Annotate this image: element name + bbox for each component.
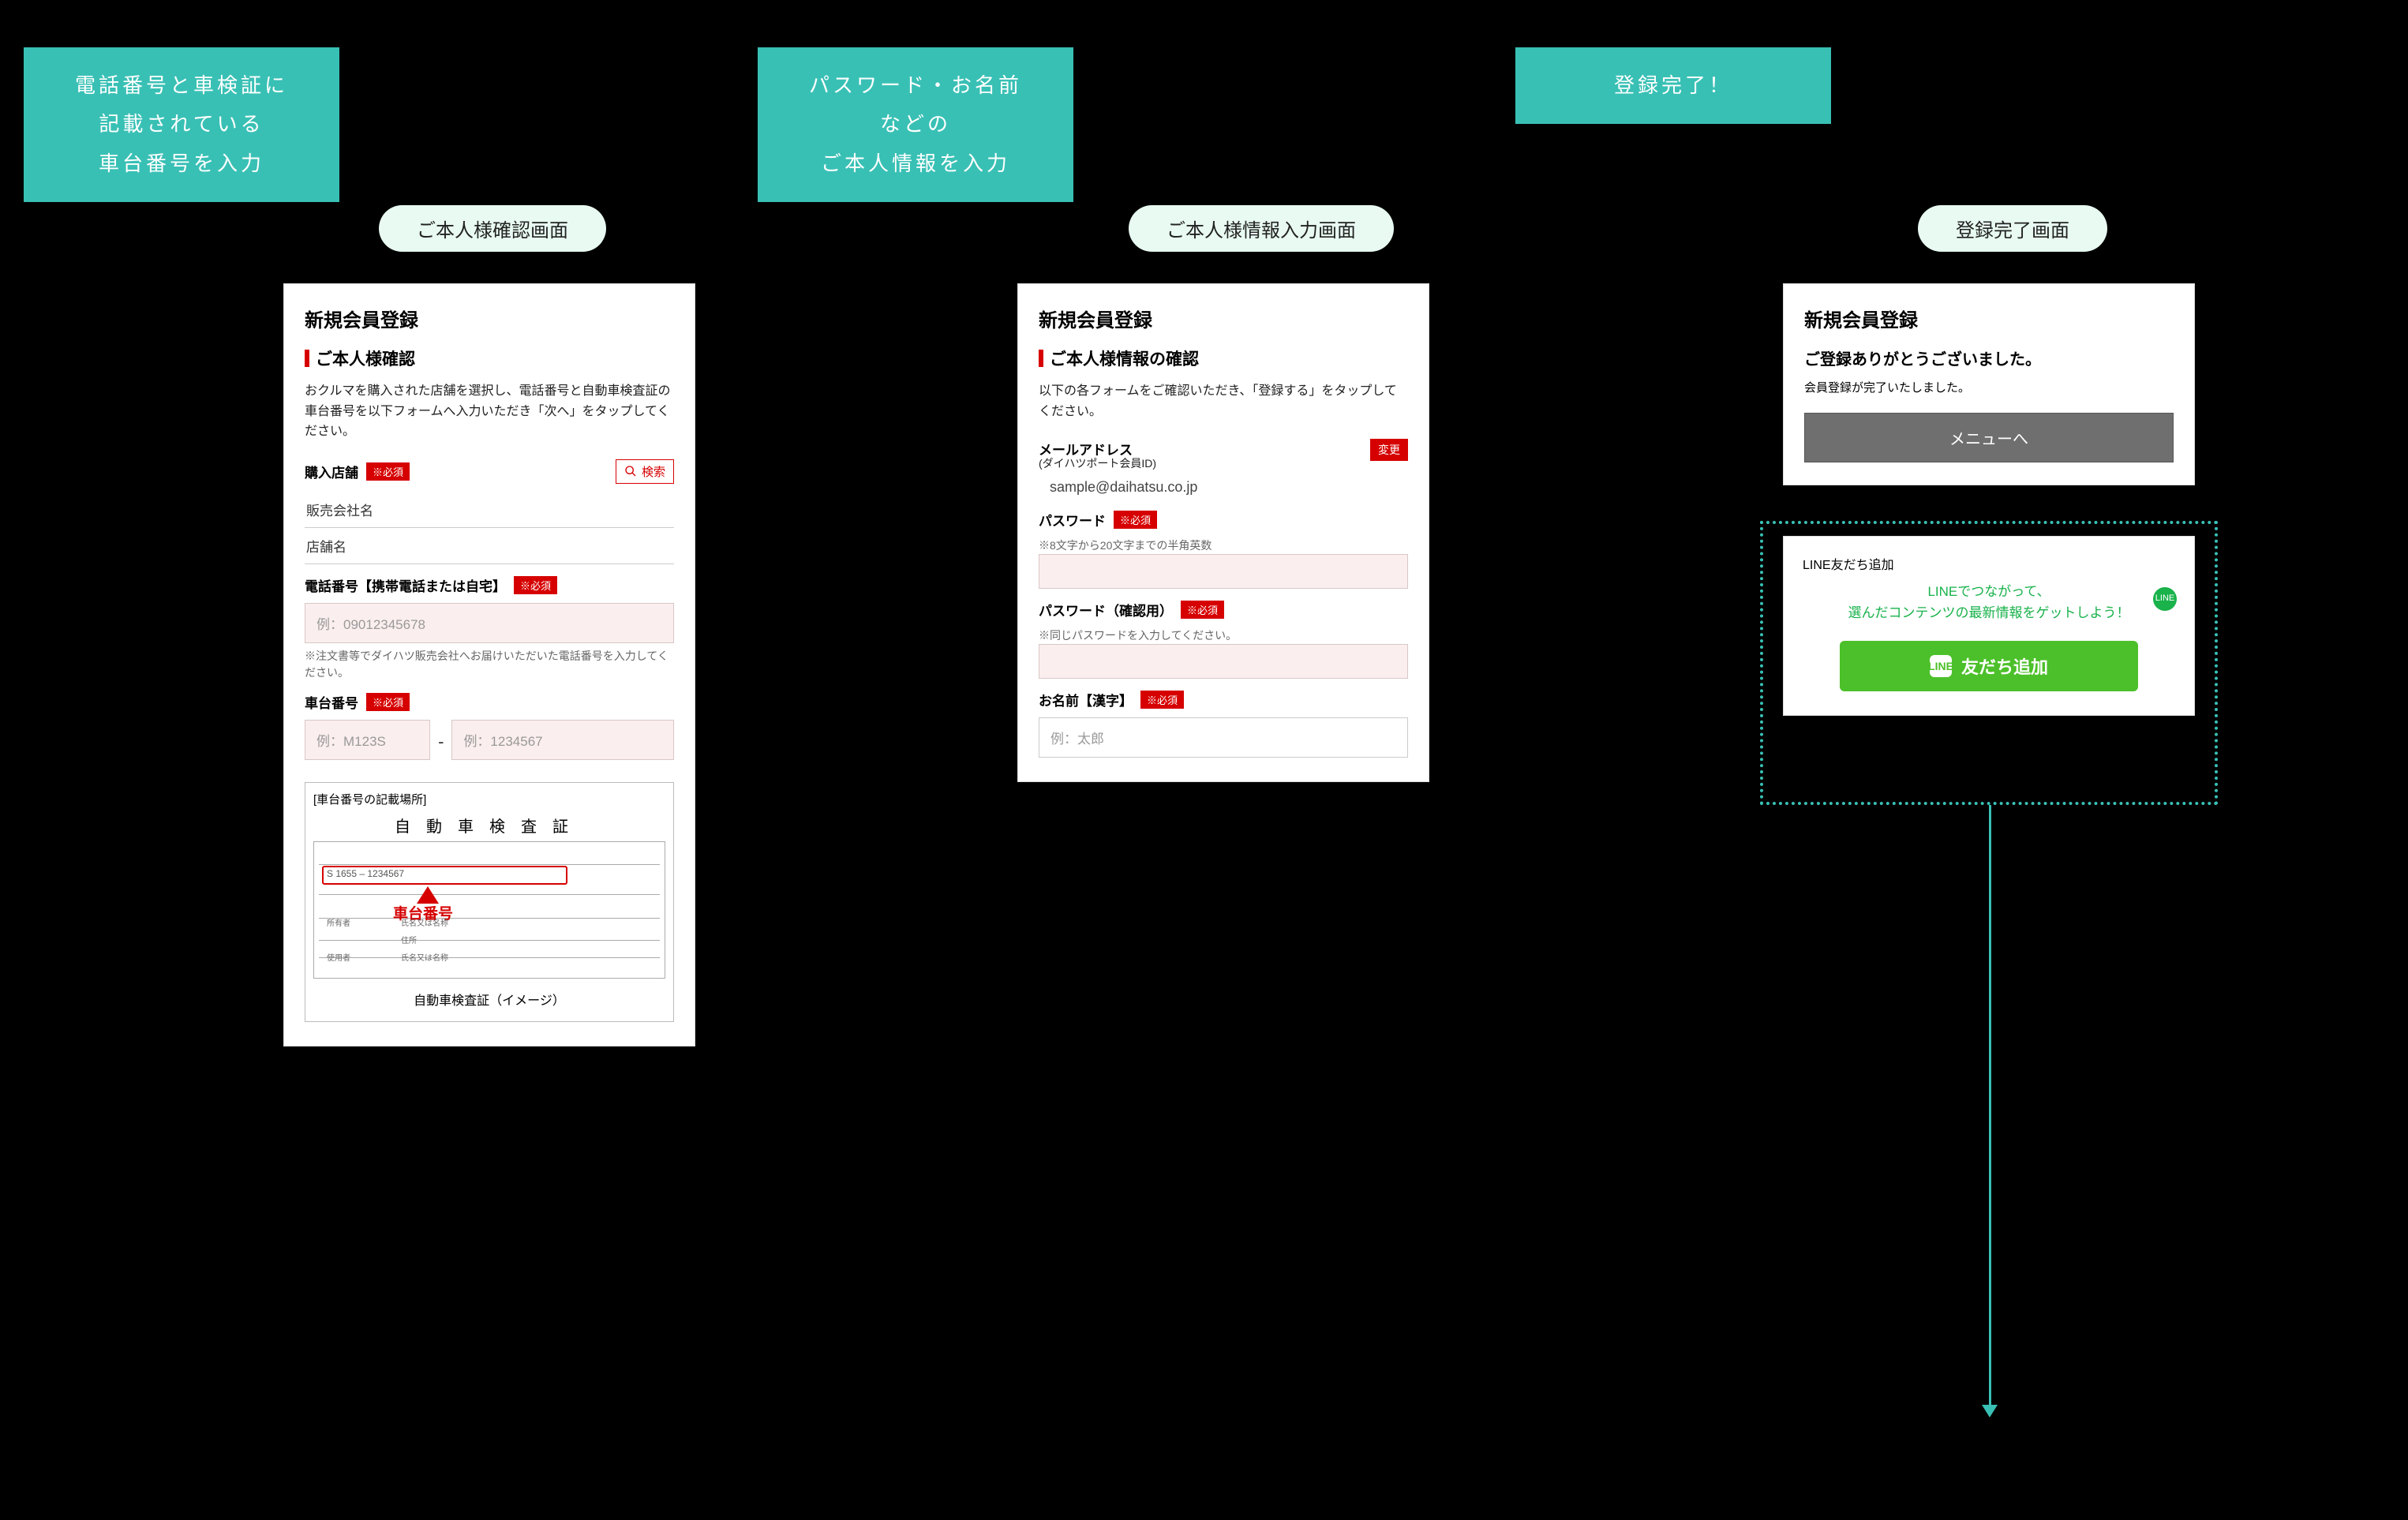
- screen2-title: 新規会員登録: [1039, 305, 1408, 332]
- screen1-title: 新規会員登録: [305, 305, 674, 332]
- chassis-input-b[interactable]: 例：1234567: [451, 720, 674, 760]
- screen1-section: ご本人様確認: [316, 346, 415, 370]
- phone-label: 電話番号【携帯電話または自宅】: [305, 575, 506, 595]
- cert-heading: [車台番号の記載場所]: [313, 791, 665, 807]
- step2-pill: ご本人様情報入力画面: [1129, 205, 1394, 252]
- shop-name: 店舗名: [305, 528, 674, 564]
- cert-text: 住所: [401, 934, 417, 945]
- screen3: 新規会員登録 ご登録ありがとうございました。 会員登録が完了いたしました。 メニ…: [1784, 284, 2194, 485]
- name-input[interactable]: 例：太郎: [1039, 717, 1408, 758]
- required-badge: ※必須: [1181, 601, 1224, 619]
- pw2-label: パスワード（確認用）: [1039, 600, 1173, 620]
- phone-note: ※注文書等でダイハツ販売会社へお届けいただいた電話番号を入力してください。: [305, 648, 674, 681]
- menu-button[interactable]: メニューへ: [1804, 413, 2174, 462]
- thanks-text: ご登録ありがとうございました。: [1804, 346, 2174, 369]
- phone-input[interactable]: 例：09012345678: [305, 603, 674, 643]
- done-text: 会員登録が完了いたしました。: [1804, 379, 2174, 395]
- screen1-desc: おクルマを購入された店舗を選択し、電話番号と自動車検査証の車台番号を以下フォーム…: [305, 381, 674, 442]
- step3-teal: 登録完了！: [1515, 47, 1831, 124]
- required-badge: ※必須: [366, 693, 410, 711]
- pw-label: パスワード: [1039, 510, 1106, 530]
- arrow-up-icon: [417, 886, 439, 904]
- required-badge: ※必須: [366, 462, 410, 481]
- cert-sample: S 1655 – 1234567: [327, 868, 404, 879]
- chassis-label: 車台番号: [305, 692, 358, 712]
- search-button[interactable]: 検索: [616, 459, 674, 484]
- company-name: 販売会社名: [305, 492, 674, 528]
- store-label: 購入店舗: [305, 462, 358, 481]
- change-button[interactable]: 変更: [1370, 439, 1408, 461]
- cert-caption: 自動車検査証（イメージ）: [313, 990, 665, 1009]
- cert-title: 自動車検査証: [313, 814, 665, 837]
- certificate-diagram: [車台番号の記載場所] 自動車検査証 S 1655 – 1234567 車台番号…: [305, 782, 674, 1022]
- arrow-down-icon: [1982, 1405, 1998, 1417]
- connector-line: [1989, 805, 1991, 1405]
- email-value: sample@daihatsu.co.jp: [1050, 479, 1408, 496]
- screen3-title: 新規会員登録: [1804, 305, 2174, 332]
- password-confirm-input[interactable]: [1039, 644, 1408, 679]
- name-label: お名前【漢字】: [1039, 690, 1133, 709]
- screen2-section: ご本人様情報の確認: [1050, 346, 1199, 370]
- step2-teal: パスワード・お名前 などの ご本人情報を入力: [758, 47, 1073, 202]
- required-badge: ※必須: [514, 576, 557, 594]
- email-sublabel: (ダイハツポート会員ID): [1039, 455, 1370, 471]
- required-badge: ※必須: [1140, 691, 1184, 709]
- pw-note: ※8文字から20文字までの半角英数: [1039, 537, 1408, 554]
- redbar: [305, 350, 309, 367]
- required-badge: ※必須: [1114, 511, 1157, 529]
- pw2-note: ※同じパスワードを入力してください。: [1039, 627, 1408, 644]
- chassis-separator: -: [438, 732, 444, 752]
- cert-text: 氏名又は名称: [401, 916, 448, 928]
- cert-text: 所有者: [327, 916, 350, 928]
- screen2-desc: 以下の各フォームをご確認いただき、「登録する」をタップしてください。: [1039, 381, 1408, 421]
- cert-text: 氏名又は名称: [401, 951, 448, 963]
- screen2: 新規会員登録 ご本人様情報の確認 以下の各フォームをご確認いただき、「登録する」…: [1018, 284, 1429, 781]
- step1-pill: ご本人様確認画面: [379, 205, 606, 252]
- search-icon: [624, 465, 637, 477]
- cert-text: 使用者: [327, 951, 350, 963]
- search-label: 検索: [642, 463, 665, 480]
- screen1: 新規会員登録 ご本人様確認 おクルマを購入された店舗を選択し、電話番号と自動車検…: [284, 284, 695, 1046]
- highlight-frame: [1760, 521, 2218, 805]
- cert-table: S 1655 – 1234567 車台番号 所有者 使用者 氏名又は名称 住所 …: [313, 841, 665, 979]
- redbar: [1039, 350, 1043, 367]
- step1-teal: 電話番号と車検証に 記載されている 車台番号を入力: [24, 47, 339, 202]
- password-input[interactable]: [1039, 554, 1408, 589]
- step3-pill: 登録完了画面: [1918, 205, 2107, 252]
- chassis-input-a[interactable]: 例：M123S: [305, 720, 430, 760]
